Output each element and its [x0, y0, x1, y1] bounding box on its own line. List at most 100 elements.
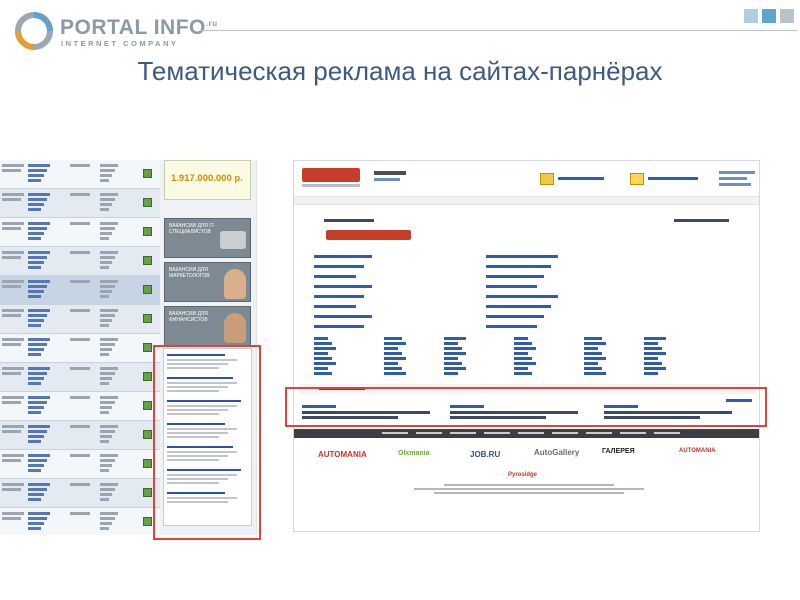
apply-icon[interactable]: [143, 227, 152, 236]
brand-link[interactable]: [314, 362, 336, 365]
brand-link[interactable]: [584, 357, 606, 360]
table-row[interactable]: [0, 247, 160, 276]
table-row[interactable]: [0, 421, 160, 450]
category-link[interactable]: [486, 295, 558, 298]
partner-logo[interactable]: AUTOMANIA: [679, 448, 716, 454]
brand-link[interactable]: [384, 347, 398, 350]
brand-link[interactable]: [644, 372, 658, 375]
partner-logo[interactable]: AutoGallery: [534, 448, 579, 457]
brand-link[interactable]: [514, 342, 532, 345]
apply-icon[interactable]: [143, 169, 152, 178]
category-link[interactable]: [486, 325, 537, 328]
footer-link[interactable]: [654, 432, 680, 434]
footer-link[interactable]: [382, 432, 408, 434]
category-link[interactable]: [314, 255, 372, 258]
table-row[interactable]: [0, 334, 160, 363]
category-link[interactable]: [314, 275, 356, 278]
apply-icon[interactable]: [143, 314, 152, 323]
ad-title-link[interactable]: [604, 405, 638, 408]
ad-title-link[interactable]: [302, 405, 336, 408]
brand-link[interactable]: [314, 342, 332, 345]
category-link[interactable]: [314, 325, 364, 328]
brand-link[interactable]: [644, 337, 666, 340]
partner-logo[interactable]: AUTOMANIA: [318, 450, 367, 459]
brand-link[interactable]: [444, 337, 466, 340]
apply-icon[interactable]: [143, 488, 152, 497]
apply-icon[interactable]: [143, 517, 152, 526]
apply-icon[interactable]: [143, 256, 152, 265]
brand-link[interactable]: [644, 362, 662, 365]
brand-link[interactable]: [384, 342, 406, 345]
brand-link[interactable]: [444, 352, 466, 355]
brand-link[interactable]: [644, 347, 662, 350]
footer-link[interactable]: [552, 432, 578, 434]
brand-link[interactable]: [384, 362, 398, 365]
brand-link[interactable]: [514, 372, 532, 375]
help-link[interactable]: [719, 183, 751, 186]
brand-link[interactable]: [514, 367, 528, 370]
brand-link[interactable]: [584, 342, 606, 345]
footer-link[interactable]: [450, 432, 476, 434]
footer-link[interactable]: [620, 432, 646, 434]
partner-logo[interactable]: Olxmania: [398, 450, 430, 457]
brand-link[interactable]: [444, 367, 466, 370]
brand-link[interactable]: [444, 347, 462, 350]
apply-icon[interactable]: [143, 459, 152, 468]
table-row[interactable]: [0, 450, 160, 479]
footer-link[interactable]: [586, 432, 612, 434]
footer-link[interactable]: [416, 432, 442, 434]
brand-link[interactable]: [314, 367, 328, 370]
apply-icon[interactable]: [143, 401, 152, 410]
table-row[interactable]: [0, 392, 160, 421]
table-row[interactable]: [0, 363, 160, 392]
category-link[interactable]: [314, 315, 372, 318]
brand-link[interactable]: [314, 372, 332, 375]
brand-link[interactable]: [314, 347, 336, 350]
brand-link[interactable]: [514, 352, 528, 355]
table-row[interactable]: [0, 479, 160, 508]
category-link[interactable]: [486, 275, 544, 278]
brand-link[interactable]: [584, 372, 606, 375]
table-row[interactable]: [0, 305, 160, 334]
ad-title-link[interactable]: [450, 405, 484, 408]
apply-icon[interactable]: [143, 372, 152, 381]
register-link[interactable]: [719, 177, 747, 180]
brand-link[interactable]: [314, 337, 328, 340]
brand-link[interactable]: [514, 357, 532, 360]
brand-link[interactable]: [644, 352, 666, 355]
brand-link[interactable]: [584, 367, 602, 370]
apply-icon[interactable]: [143, 430, 152, 439]
brand-link[interactable]: [644, 367, 666, 370]
table-row[interactable]: [0, 508, 160, 535]
brand-link[interactable]: [384, 337, 402, 340]
brand-link[interactable]: [584, 362, 598, 365]
brand-link[interactable]: [584, 347, 598, 350]
table-row[interactable]: [0, 276, 160, 305]
category-link[interactable]: [314, 285, 372, 288]
brand-link[interactable]: [584, 352, 602, 355]
brand-link[interactable]: [514, 337, 528, 340]
footer-link[interactable]: [518, 432, 544, 434]
contextual-ad-block[interactable]: [163, 348, 252, 526]
brand-link[interactable]: [584, 337, 602, 340]
category-link[interactable]: [486, 305, 551, 308]
table-row[interactable]: [0, 160, 160, 189]
brand-link[interactable]: [314, 352, 328, 355]
category-link[interactable]: [314, 305, 356, 308]
category-link[interactable]: [486, 255, 558, 258]
apply-icon[interactable]: [143, 285, 152, 294]
category-link[interactable]: [314, 295, 364, 298]
login-link[interactable]: [719, 171, 755, 174]
brand-link[interactable]: [384, 372, 406, 375]
category-link[interactable]: [486, 265, 551, 268]
brand-link[interactable]: [514, 347, 536, 350]
brand-link[interactable]: [644, 357, 658, 360]
partner-logo[interactable]: ГАЛЕРЕЯ: [602, 448, 635, 455]
brand-link[interactable]: [314, 357, 332, 360]
city-change-link[interactable]: [374, 178, 400, 181]
category-link[interactable]: [486, 315, 544, 318]
category-link[interactable]: [314, 265, 364, 268]
category-link[interactable]: [486, 285, 537, 288]
brand-link[interactable]: [444, 342, 458, 345]
apply-icon[interactable]: [143, 343, 152, 352]
